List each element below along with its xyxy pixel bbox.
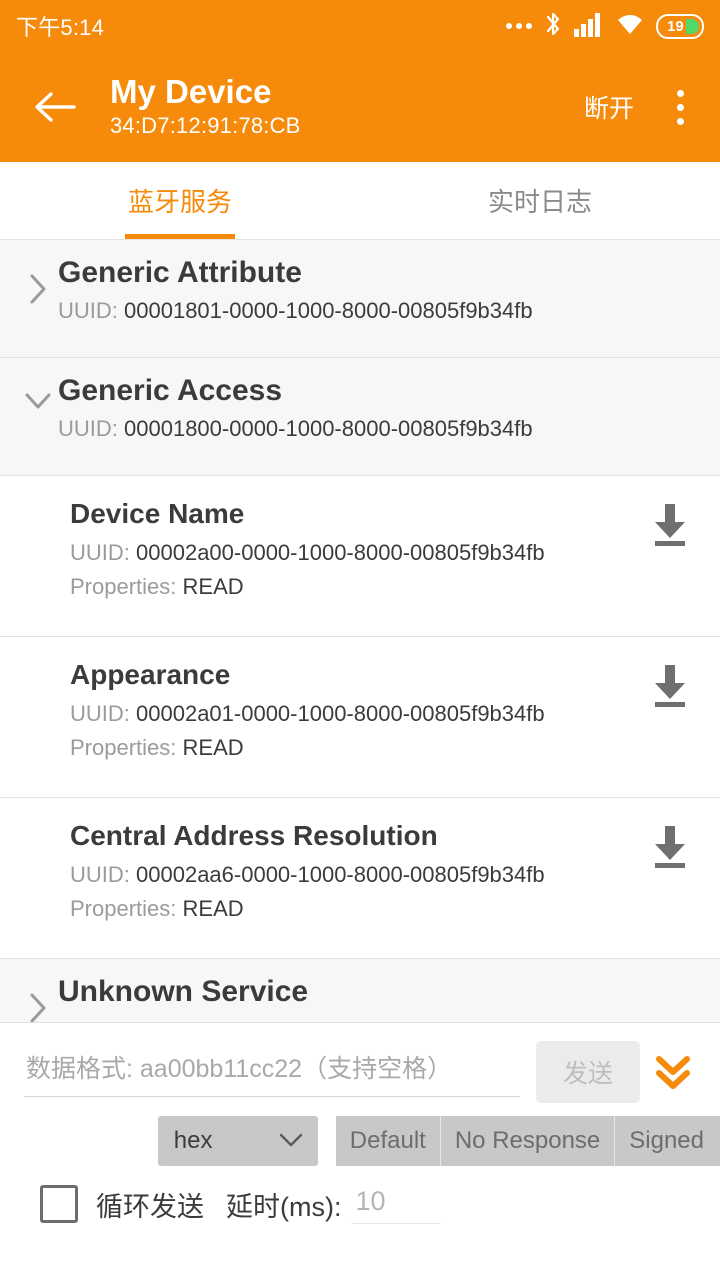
tab-realtime-log[interactable]: 实时日志	[360, 162, 720, 239]
write-panel: 发送 hex Default No Response Signed 循环发送 延…	[0, 1022, 720, 1280]
uuid-value: 00001801-0000-1000-8000-00805f9b34fb	[124, 298, 533, 324]
download-read-icon[interactable]	[642, 657, 698, 709]
send-button[interactable]: 发送	[536, 1041, 640, 1103]
chevron-down-icon[interactable]	[18, 372, 58, 412]
properties-label: Properties:	[70, 896, 177, 922]
service-row[interactable]: Generic Attribute UUID: 00001801-0000-10…	[0, 240, 720, 358]
service-row[interactable]: Generic Access UUID: 00001800-0000-1000-…	[0, 358, 720, 476]
device-mac-address: 34:D7:12:91:78:CB	[110, 113, 301, 139]
uuid-label: UUID:	[58, 416, 118, 442]
data-input[interactable]	[24, 1047, 520, 1097]
chevron-right-icon[interactable]	[18, 973, 58, 1025]
uuid-label: UUID:	[58, 298, 118, 324]
overflow-menu-icon[interactable]	[660, 80, 700, 134]
wifi-icon	[615, 11, 645, 42]
double-chevron-down-icon[interactable]	[640, 1049, 706, 1095]
page-title: My Device	[110, 73, 272, 111]
delay-input[interactable]	[351, 1184, 442, 1224]
service-name: Generic Attribute	[58, 256, 302, 289]
uuid-label: UUID:	[70, 862, 130, 888]
uuid-value: 00002a01-0000-1000-8000-00805f9b34fb	[136, 701, 545, 727]
service-info: Generic Attribute UUID: 00001801-0000-10…	[58, 254, 702, 324]
characteristic-properties: Properties: READ	[70, 735, 642, 761]
write-options-row: hex Default No Response Signed	[0, 1103, 720, 1166]
service-info: Unknown Service	[58, 973, 702, 1011]
uuid-label: UUID:	[70, 540, 130, 566]
write-mode-group: Default No Response Signed	[335, 1116, 720, 1166]
download-read-icon[interactable]	[642, 818, 698, 870]
loop-send-checkbox[interactable]	[40, 1185, 78, 1223]
characteristic-info: Central Address Resolution UUID: 00002aa…	[70, 818, 642, 922]
characteristic-properties: Properties: READ	[70, 896, 642, 922]
uuid-value: 00001800-0000-1000-8000-00805f9b34fb	[124, 416, 533, 442]
characteristic-info: Appearance UUID: 00002a01-0000-1000-8000…	[70, 657, 642, 761]
data-format-select[interactable]: hex	[157, 1116, 318, 1166]
uuid-label: UUID:	[70, 701, 130, 727]
characteristic-row[interactable]: Appearance UUID: 00002a01-0000-1000-8000…	[0, 637, 720, 798]
download-read-icon[interactable]	[642, 496, 698, 548]
characteristic-info: Device Name UUID: 00002a00-0000-1000-800…	[70, 496, 642, 600]
tab-label: 实时日志	[487, 187, 592, 217]
chevron-down-icon	[278, 1127, 304, 1155]
app-bar-title-group: My Device 34:D7:12:91:78:CB	[110, 73, 584, 141]
disconnect-button[interactable]: 断开	[584, 89, 634, 125]
properties-value: READ	[182, 735, 244, 761]
send-row: 发送	[0, 1023, 720, 1103]
service-name: Unknown Service	[58, 975, 309, 1008]
app-bar: My Device 34:D7:12:91:78:CB 断开	[0, 52, 720, 162]
properties-label: Properties:	[70, 735, 177, 761]
status-icons: 19	[506, 10, 704, 43]
chevron-right-icon[interactable]	[18, 254, 58, 306]
cellular-signal-icon	[574, 11, 604, 42]
bluetooth-icon	[543, 10, 563, 43]
characteristic-name: Device Name	[70, 498, 245, 529]
service-uuid: UUID: 00001801-0000-1000-8000-00805f9b34…	[58, 298, 702, 324]
service-info: Generic Access UUID: 00001800-0000-1000-…	[58, 372, 702, 442]
characteristic-row[interactable]: Device Name UUID: 00002a00-0000-1000-800…	[0, 476, 720, 637]
data-format-value: hex	[173, 1127, 213, 1154]
characteristic-uuid: UUID: 00002aa6-0000-1000-8000-00805f9b34…	[70, 862, 642, 888]
tab-label: 蓝牙服务	[127, 187, 232, 217]
battery-level: 19	[667, 17, 684, 35]
delay-label: 延时(ms):	[226, 1191, 342, 1222]
characteristic-name: Central Address Resolution	[70, 820, 438, 851]
characteristic-uuid: UUID: 00002a01-0000-1000-8000-00805f9b34…	[70, 701, 642, 727]
battery-icon: 19	[656, 13, 704, 39]
write-mode-signed[interactable]: Signed	[615, 1116, 720, 1166]
uuid-value: 00002aa6-0000-1000-8000-00805f9b34fb	[136, 862, 545, 888]
characteristic-name: Appearance	[70, 659, 231, 690]
tab-bluetooth-services[interactable]: 蓝牙服务	[0, 162, 360, 239]
status-time: 下午5:14	[16, 15, 105, 40]
service-name: Generic Access	[58, 374, 283, 407]
properties-value: READ	[182, 574, 244, 600]
characteristic-row[interactable]: Central Address Resolution UUID: 00002aa…	[0, 798, 720, 959]
properties-value: READ	[182, 896, 244, 922]
tab-bar: 蓝牙服务 实时日志	[0, 162, 720, 240]
loop-send-label: 循环发送	[96, 1191, 204, 1222]
service-uuid: UUID: 00001800-0000-1000-8000-00805f9b34…	[58, 416, 702, 442]
characteristic-properties: Properties: READ	[70, 574, 642, 600]
uuid-value: 00002a00-0000-1000-8000-00805f9b34fb	[136, 540, 545, 566]
more-dots-icon	[506, 23, 532, 29]
properties-label: Properties:	[70, 574, 177, 600]
loop-send-row: 循环发送 延时(ms):	[0, 1166, 720, 1224]
characteristic-uuid: UUID: 00002a00-0000-1000-8000-00805f9b34…	[70, 540, 642, 566]
write-mode-no-response[interactable]: No Response	[440, 1116, 616, 1166]
write-mode-default[interactable]: Default	[335, 1116, 441, 1166]
status-bar: 下午5:14 19	[0, 0, 720, 52]
back-arrow-icon[interactable]	[28, 80, 82, 134]
